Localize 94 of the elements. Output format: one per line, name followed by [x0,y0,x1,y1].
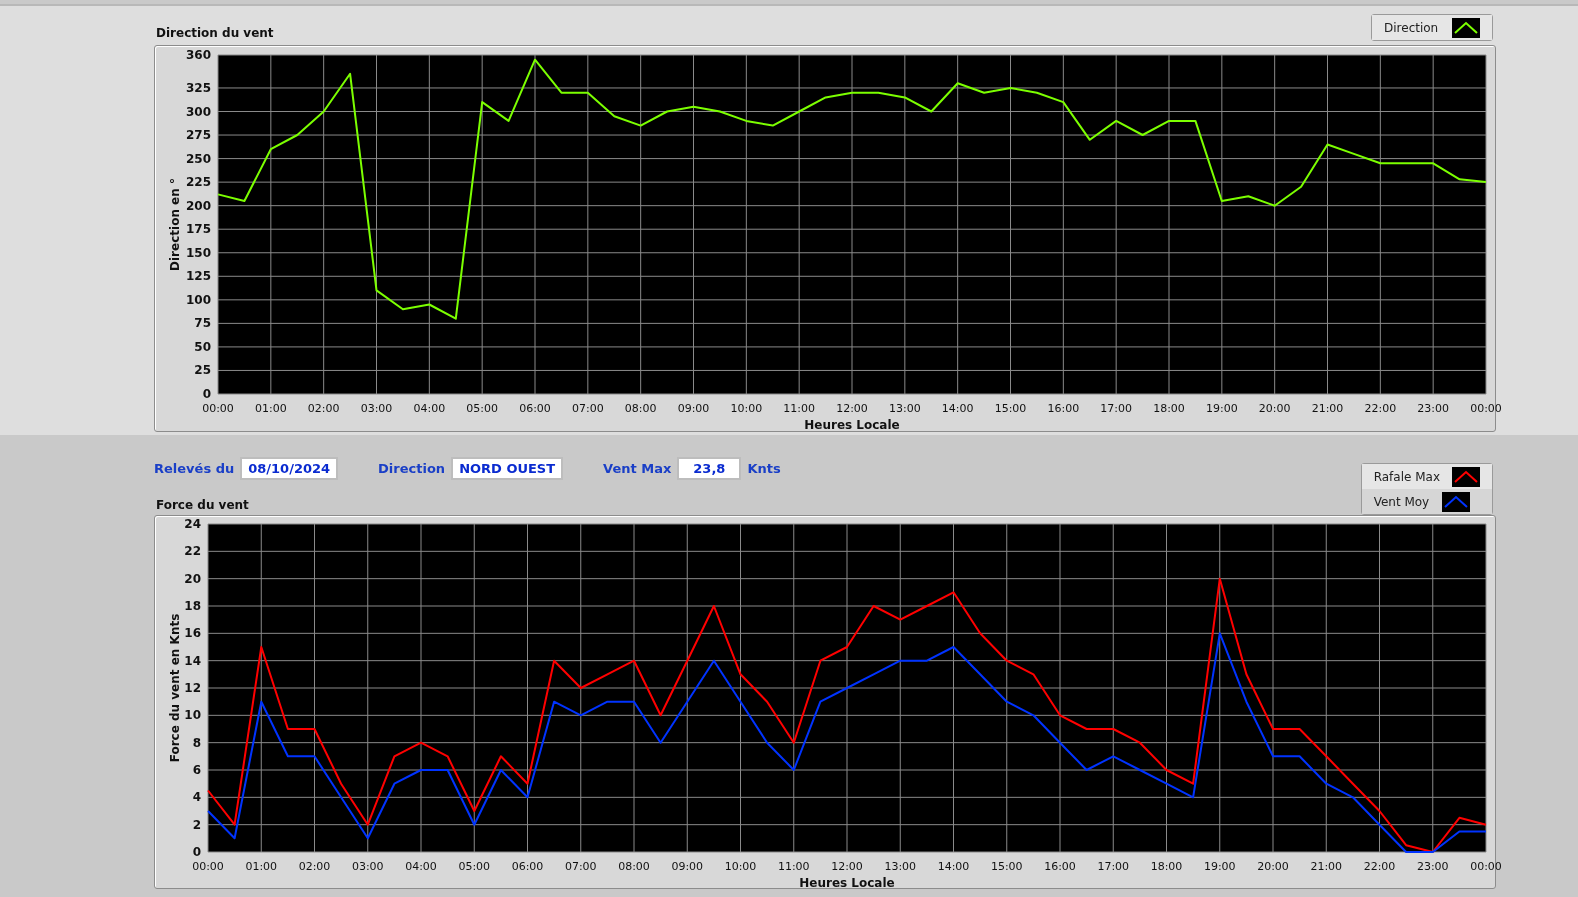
tick-label: 14:00 [937,860,970,873]
tick-label: 250 [185,151,211,166]
tick-label: 14 [184,653,201,668]
tick-label: 18 [184,599,201,613]
tick-label: 275 [185,128,211,143]
tick-label: 125 [185,269,211,284]
value-display: NORD OUEST [451,456,564,480]
field-label: Direction [378,460,446,476]
tick-label: 15:00 [994,402,1027,415]
tick-label: 07:00 [564,860,597,873]
tick-label: 09:00 [677,402,710,415]
tick-label: 21:00 [1310,860,1343,873]
tick-label: 225 [185,175,211,190]
tick-label: 16:00 [1044,860,1076,873]
tick-label: 18:00 [1150,860,1183,873]
tick-label: 175 [185,222,211,237]
tick-label: 02:00 [307,402,340,415]
tick-label: 12 [184,681,201,695]
tick-label: 08:00 [624,402,657,415]
tick-label: 150 [185,245,211,260]
legend-label: Vent Moy [1373,494,1430,509]
tick-label: 19:00 [1203,860,1236,873]
tick-label: 11:00 [783,402,815,415]
tick-label: 4 [192,790,201,805]
tick-label: 12:00 [831,860,863,873]
tick-label: 05:00 [466,402,498,415]
tick-label: 00:00 [1470,860,1502,873]
tick-label: 200 [185,198,211,213]
tick-label: 00:00 [202,402,234,415]
tick-label: 20:00 [1257,860,1289,873]
tick-label: 20:00 [1258,402,1291,415]
tick-label: 0 [202,387,211,401]
tick-label: 100 [185,292,211,307]
tick-label: 18:00 [1153,402,1185,415]
tick-label: 06:00 [511,860,544,873]
tick-label: 17:00 [1100,402,1132,415]
tick-label: 16 [184,626,201,641]
tick-label: 75 [194,316,211,331]
axis-title: Direction en ° [168,178,182,271]
field-label: Vent Max [603,460,672,476]
tick-label: 08:00 [618,860,650,873]
axis-title: Heures Locale [799,876,895,890]
tick-label: 21:00 [1311,402,1344,415]
tick-label: 12:00 [836,402,868,415]
tick-label: 8 [192,735,201,750]
tick-label: 300 [185,104,211,119]
tick-label: 13:00 [889,402,921,415]
tick-label: 10 [184,708,201,723]
tick-label: 325 [185,80,211,95]
tick-label: 14:00 [941,402,974,415]
tick-label: 02:00 [298,860,331,873]
value-display: 23,8 [677,456,742,480]
tick-label: 360 [185,48,211,62]
chart-title: Direction du vent [155,26,274,42]
tick-label: 15:00 [990,860,1023,873]
tick-label: 04:00 [413,402,446,415]
tick-label: 10:00 [724,860,757,873]
tick-label: 22:00 [1363,860,1396,873]
tick-label: 2 [192,817,201,832]
tick-label: 17:00 [1097,860,1130,873]
tick-label: 20 [184,571,201,586]
tick-label: 00:00 [1470,402,1502,415]
tick-label: 16:00 [1047,402,1080,415]
tick-label: 06:00 [519,402,551,415]
tick-label: 01:00 [245,860,278,873]
legend-label: Direction [1384,20,1440,35]
tick-label: 22:00 [1364,402,1397,415]
tick-label: 13:00 [884,860,917,873]
value-display: 08/10/2024 [240,456,339,480]
tick-label: 04:00 [405,860,437,873]
tick-label: 23:00 [1416,860,1449,873]
tick-label: 0 [192,845,201,859]
tick-label: 6 [192,763,201,777]
tick-label: 24 [184,517,201,531]
tick-label: 07:00 [572,402,604,415]
field-label: Relevés du [154,460,235,476]
tick-label: 09:00 [671,860,704,873]
tick-label: 00:00 [192,860,224,873]
tick-label: 11:00 [777,860,810,873]
axis-title: Heures Locale [804,418,900,432]
tick-label: 03:00 [360,402,393,415]
tick-label: 25 [194,363,211,378]
legend-label: Rafale Max [1373,469,1440,484]
tick-label: 22 [184,544,201,559]
tick-label: 03:00 [351,860,384,873]
tick-label: 19:00 [1206,402,1238,415]
tick-label: 50 [194,339,211,354]
axis-title: Force du vent en Knts [168,613,182,763]
tick-label: 01:00 [255,402,287,415]
chart-title: Force du vent [155,498,250,514]
tick-label: 05:00 [458,860,491,873]
unit-label: Knts [747,460,781,476]
tick-label: 10:00 [730,402,763,415]
tick-label: 23:00 [1417,402,1449,415]
